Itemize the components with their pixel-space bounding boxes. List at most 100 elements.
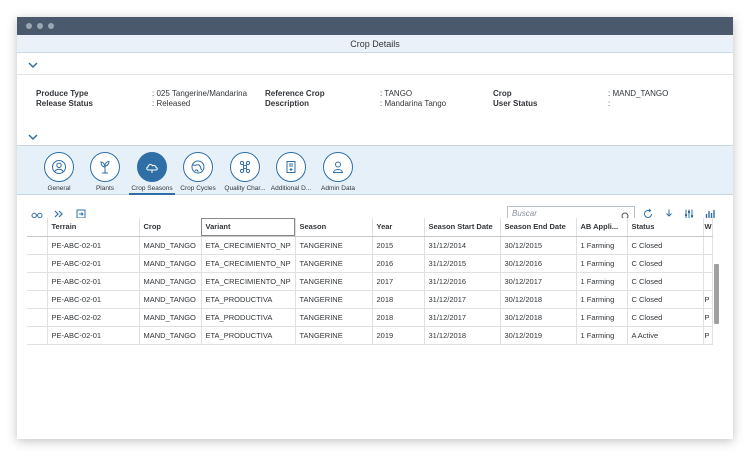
vertical-scrollbar[interactable] <box>714 264 719 324</box>
column-header-season-start-date[interactable]: Season Start Date <box>424 218 501 237</box>
row-selector[interactable] <box>27 290 48 309</box>
tab-label: General <box>47 185 71 192</box>
tab-crop-seasons[interactable]: Crop Seasons <box>129 152 175 195</box>
column-header-terrain[interactable]: Terrain <box>47 218 140 237</box>
table-cell: TANGERINE <box>295 272 373 291</box>
column-header-crop[interactable]: Crop <box>139 218 202 237</box>
column-header-variant[interactable]: Variant <box>201 218 296 237</box>
chevron-down-icon[interactable] <box>27 130 39 142</box>
admin-person-icon <box>323 152 353 182</box>
person-circle-icon <box>44 152 74 182</box>
chevron-down-icon[interactable] <box>27 58 39 70</box>
table-cell: TANGERINE <box>295 254 373 273</box>
document-icon <box>276 152 306 182</box>
column-header-year[interactable]: Year <box>372 218 425 237</box>
table-cell: 1 Farming <box>576 326 628 345</box>
attr-value-produce-type: : 025 Tangerine/Mandarina <box>152 89 248 98</box>
table-cell: ETA_CRECIMIENTO_NP <box>201 272 296 291</box>
table-cell: 30/12/2018 <box>500 308 577 327</box>
tab-quality-characteristics[interactable]: Quality Char... <box>222 152 268 192</box>
column-header-status[interactable]: Status <box>627 218 704 237</box>
row-selector[interactable] <box>27 236 48 255</box>
window-dot-close[interactable] <box>26 23 32 29</box>
table-cell: 2019 <box>372 326 425 345</box>
table-cell: PE-ABC-02-01 <box>47 254 140 273</box>
table-cell: C Closed <box>627 308 704 327</box>
table-cell: 30/12/2015 <box>500 236 577 255</box>
row-selector[interactable] <box>27 254 48 273</box>
attr-value-crop: : MAND_TANGO <box>608 89 669 98</box>
column-header-season[interactable]: Season <box>295 218 373 237</box>
cloud-icon <box>137 152 167 182</box>
table-row[interactable]: PE-ABC-02-01 MAND_TANGO ETA_CRECIMIENTO_NP… <box>27 236 713 255</box>
attr-value-release-status: : Released <box>152 99 191 108</box>
table-cell: 2015 <box>372 236 425 255</box>
table-cell: 30/12/2016 <box>500 254 577 273</box>
table-row[interactable]: PE-ABC-02-01 MAND_TANGO ETA_CRECIMIENTO_NP… <box>27 272 713 291</box>
table-cell: ETA_PRODUCTIVA <box>201 326 296 345</box>
table-cell: 31/12/2015 <box>424 254 501 273</box>
globe-icon <box>183 152 213 182</box>
table-cell: C Closed <box>627 236 704 255</box>
attr-value-user-status: : <box>608 99 611 108</box>
table-cell: 1 Farming <box>576 236 628 255</box>
table-cell: MAND_TANGO <box>139 272 202 291</box>
table-cell: 30/12/2019 <box>500 326 577 345</box>
column-header-w[interactable]: W <box>703 218 713 237</box>
table-cell: 1 Farming <box>576 308 628 327</box>
tab-plants[interactable]: Plants <box>82 152 128 192</box>
tab-admin-data[interactable]: Admin Data <box>315 152 361 192</box>
table-row[interactable]: PE-ABC-02-01 MAND_TANGO ETA_CRECIMIENTO_NP… <box>27 254 713 273</box>
attr-label-produce-type: Produce Type <box>36 89 89 98</box>
table-cell <box>703 254 713 273</box>
table-row[interactable]: PE-ABC-02-01 MAND_TANGO ETA_PRODUCTIVA TANG… <box>27 290 713 309</box>
table-cell: ETA_CRECIMIENTO_NP <box>201 254 296 273</box>
table-cell: MAND_TANGO <box>139 254 202 273</box>
attr-label-crop: Crop <box>493 89 512 98</box>
tab-label: Crop Seasons <box>129 185 175 195</box>
column-header-ab-application[interactable]: AB Appli... <box>576 218 628 237</box>
table-cell: ETA_CRECIMIENTO_NP <box>201 236 296 255</box>
header-collapse-row <box>17 53 733 75</box>
table-cell: 31/12/2018 <box>424 326 501 345</box>
row-selector[interactable] <box>27 272 48 291</box>
table-cell: ETA_PRODUCTIVA <box>201 308 296 327</box>
table-cell: ETA_PRODUCTIVA <box>201 290 296 309</box>
tab-additional-data[interactable]: Additional D... <box>268 152 314 192</box>
row-selector[interactable] <box>27 308 48 327</box>
table-cell: 2018 <box>372 290 425 309</box>
table-cell: TANGERINE <box>295 290 373 309</box>
window-dot-minimize[interactable] <box>37 23 43 29</box>
page-title: Crop Details <box>17 35 733 53</box>
row-selector[interactable] <box>27 326 48 345</box>
table-cell: P <box>703 308 713 327</box>
crop-seasons-table: Terrain Crop Variant Season Year Season … <box>27 218 713 345</box>
attr-value-reference-crop: : TANGO <box>380 89 413 98</box>
table-cell: MAND_TANGO <box>139 236 202 255</box>
window-dot-maximize[interactable] <box>48 23 54 29</box>
table-cell: 2018 <box>372 308 425 327</box>
tab-general[interactable]: General <box>36 152 82 192</box>
table-cell: A Active <box>627 326 704 345</box>
column-header-season-end-date[interactable]: Season End Date <box>500 218 577 237</box>
table-cell: PE-ABC-02-01 <box>47 236 140 255</box>
table-row[interactable]: PE-ABC-02-01 MAND_TANGO ETA_PRODUCTIVA TANG… <box>27 326 713 345</box>
table-cell: 2017 <box>372 272 425 291</box>
table-cell: 30/12/2017 <box>500 272 577 291</box>
table-cell: P <box>703 326 713 345</box>
attributes-collapse-row <box>17 129 733 145</box>
tab-label: Additional D... <box>270 185 312 192</box>
table-header-row: Terrain Crop Variant Season Year Season … <box>27 218 713 237</box>
table-row[interactable]: PE-ABC-02-02 MAND_TANGO ETA_PRODUCTIVA TANG… <box>27 308 713 327</box>
tab-crop-cycles[interactable]: Crop Cycles <box>175 152 221 192</box>
table-cell: PE-ABC-02-01 <box>47 272 140 291</box>
table-cell: 31/12/2017 <box>424 308 501 327</box>
table-cell: PE-ABC-02-02 <box>47 308 140 327</box>
table-cell: 31/12/2017 <box>424 290 501 309</box>
row-selector-header[interactable] <box>27 218 48 237</box>
attr-label-user-status: User Status <box>493 99 538 108</box>
table-cell <box>703 272 713 291</box>
icon-tab-bar: General Plants Crop Seasons Crop Cycles … <box>17 145 733 195</box>
table-cell: 1 Farming <box>576 272 628 291</box>
tab-label: Plants <box>95 185 115 192</box>
